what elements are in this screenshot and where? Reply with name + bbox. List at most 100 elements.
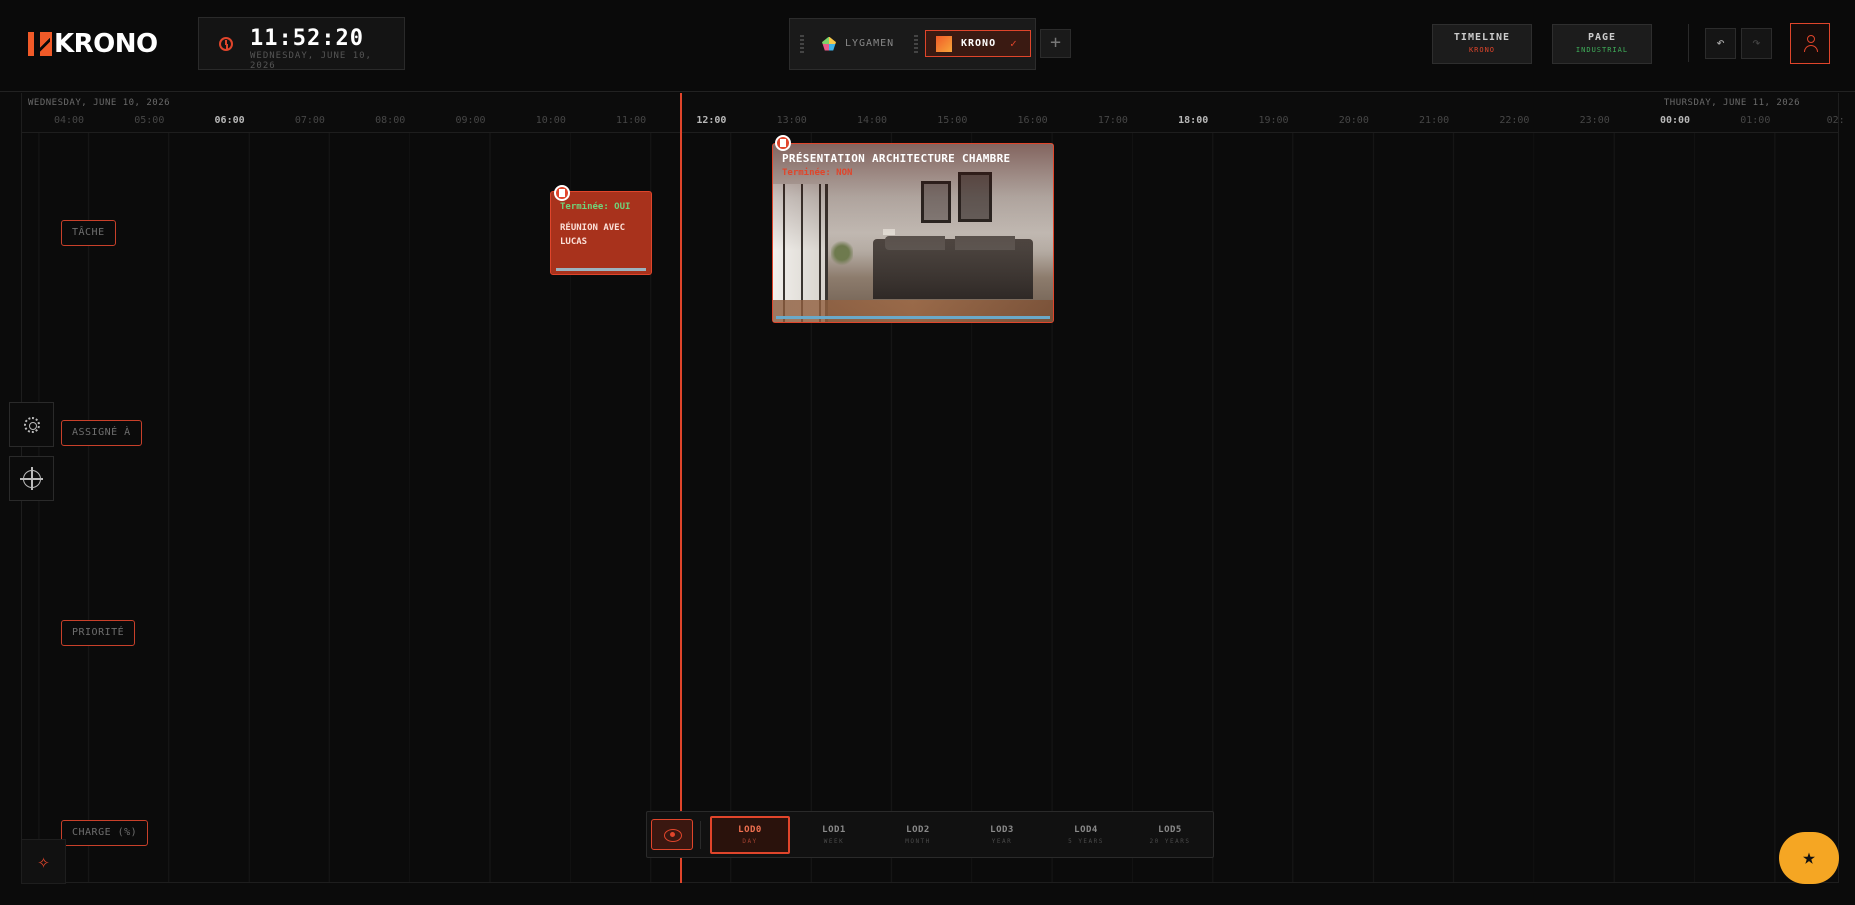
hour-tick: 18:00: [1178, 115, 1209, 126]
gear-icon: [24, 417, 40, 433]
user-button[interactable]: [1790, 23, 1830, 64]
lod-3-button[interactable]: LOD3 YEAR: [962, 816, 1042, 854]
hour-tick: 21:00: [1419, 115, 1450, 126]
undo-icon: ↶: [1716, 35, 1725, 51]
lod-code: LOD3: [990, 825, 1014, 835]
timeline-header: WEDNESDAY, JUNE 10, 2026 THURSDAY, JUNE …: [22, 93, 1845, 133]
clock-date: WEDNESDAY, JUNE 10, 2026: [250, 51, 372, 71]
row-label-priorite[interactable]: PRIORITÉ: [61, 620, 136, 646]
workspace-lygamen[interactable]: LYGAMEN: [822, 30, 894, 57]
clock-icon: [219, 37, 233, 51]
settings-button[interactable]: [9, 402, 54, 447]
row-label-assigne[interactable]: ASSIGNÉ À: [61, 420, 142, 446]
event-card-presentation[interactable]: PRÉSENTATION ARCHITECTURE CHAMBRE Termin…: [772, 143, 1054, 323]
hour-tick: 01:00: [1740, 115, 1771, 126]
workspace-switcher: LYGAMEN KRONO ✓: [789, 18, 1036, 70]
redo-button[interactable]: ↷: [1741, 28, 1772, 59]
hour-tick: 19:00: [1258, 115, 1289, 126]
page-card-title: PAGE: [1587, 32, 1617, 43]
timeline-card-sub: KRONO: [1468, 46, 1496, 54]
hour-tick: 13:00: [776, 115, 807, 126]
lod-unit: YEAR: [991, 838, 1013, 845]
add-workspace-button[interactable]: +: [1040, 29, 1071, 58]
user-icon: [1804, 35, 1818, 53]
hour-tick: 06:00: [214, 115, 245, 126]
hour-tick: 10:00: [535, 115, 566, 126]
favorite-button[interactable]: ★: [1779, 832, 1839, 884]
lod-unit: WEEK: [823, 838, 845, 845]
event-status: Terminée: NON: [782, 168, 853, 178]
hour-tick: 09:00: [455, 115, 486, 126]
drag-handle-icon[interactable]: [914, 35, 918, 53]
lod-unit: 5 YEARS: [1068, 838, 1104, 845]
event-status: Terminée: OUI: [560, 202, 631, 212]
lod-unit: DAY: [742, 838, 758, 845]
lod-unit: 20 YEARS: [1149, 838, 1191, 845]
header-divider: [1688, 24, 1689, 62]
event-title: RÉUNION AVEC LUCAS: [560, 223, 626, 247]
lod-divider: [700, 821, 701, 849]
hour-tick: 05:00: [134, 115, 165, 126]
lod-code: LOD4: [1074, 825, 1098, 835]
row-label-charge[interactable]: CHARGE (%): [61, 820, 149, 846]
clock-time: 11:52:20: [250, 26, 364, 51]
lod-code: LOD5: [1158, 825, 1182, 835]
logo-text: KRONO: [54, 29, 158, 59]
timeline-card[interactable]: TIMELINE KRONO: [1432, 24, 1532, 64]
day-label-left: WEDNESDAY, JUNE 10, 2026: [28, 98, 171, 108]
lod-4-button[interactable]: LOD4 5 YEARS: [1046, 816, 1126, 854]
sparkle-button[interactable]: ✧: [21, 839, 66, 884]
lod-2-button[interactable]: LOD2 MONTH: [878, 816, 958, 854]
lygamen-icon: [822, 36, 836, 51]
document-badge-icon: [554, 185, 570, 201]
event-progress-bar: [776, 316, 1050, 319]
undo-button[interactable]: ↶: [1705, 28, 1736, 59]
lod-code: LOD2: [906, 825, 930, 835]
check-icon: ✓: [1010, 37, 1018, 50]
current-time-line: [680, 93, 682, 883]
event-title: PRÉSENTATION ARCHITECTURE CHAMBRE: [782, 152, 1011, 165]
hour-tick: 02:: [1826, 115, 1845, 126]
krono-logo-icon: [28, 32, 52, 56]
day-label-right: THURSDAY, JUNE 11, 2026: [1663, 98, 1800, 108]
workspace-label: LYGAMEN: [845, 38, 895, 49]
redo-icon: ↷: [1752, 35, 1761, 51]
lod-5-button[interactable]: LOD5 20 YEARS: [1130, 816, 1210, 854]
recenter-button[interactable]: [9, 456, 54, 501]
hour-tick: 12:00: [696, 115, 727, 126]
hour-tick: 14:00: [856, 115, 888, 126]
page-card[interactable]: PAGE INDUSTRIAL: [1552, 24, 1652, 64]
hour-tick: 08:00: [375, 115, 406, 126]
event-card-reunion[interactable]: Terminée: OUI RÉUNION AVEC LUCAS: [550, 185, 652, 275]
hour-tick: 16:00: [1017, 115, 1048, 126]
lod-0-button[interactable]: LOD0 DAY: [710, 816, 790, 854]
krono-icon: [936, 35, 952, 52]
hour-tick: 00:00: [1659, 115, 1691, 126]
event-progress-bar: [556, 268, 646, 271]
star-icon: ★: [1802, 845, 1816, 870]
lod-code: LOD1: [822, 825, 846, 835]
hour-tick: 04:00: [53, 115, 85, 126]
hour-tick: 17:00: [1097, 115, 1128, 126]
row-label-tache[interactable]: TÂCHE: [61, 220, 116, 246]
lod-1-button[interactable]: LOD1 WEEK: [794, 816, 874, 854]
hour-tick: 20:00: [1338, 115, 1369, 126]
hour-tick: 07:00: [294, 115, 325, 126]
hour-tick: 22:00: [1499, 115, 1530, 126]
lod-code: LOD0: [738, 825, 762, 835]
crosshair-icon: [20, 467, 43, 490]
page-card-sub: INDUSTRIAL: [1575, 46, 1629, 54]
workspace-krono[interactable]: KRONO ✓: [925, 30, 1031, 57]
workspace-label: KRONO: [961, 38, 997, 49]
clock-widget: 11:52:20 WEDNESDAY, JUNE 10, 2026: [198, 17, 405, 71]
timeline-card-title: TIMELINE: [1453, 32, 1511, 43]
hour-tick: 11:00: [616, 115, 647, 126]
document-badge-icon: [775, 135, 791, 151]
lod-unit: MONTH: [905, 838, 931, 845]
drag-handle-icon[interactable]: [800, 35, 804, 53]
lod-selector: LOD0 DAY LOD1 WEEK LOD2 MONTH LOD3 YEAR LOD4 5 YE…: [646, 811, 1214, 858]
visibility-toggle-eye-icon[interactable]: [651, 819, 693, 850]
hour-tick: 15:00: [937, 115, 968, 126]
app-header: KRONO 11:52:20 WEDNESDAY, JUNE 10, 2026 …: [0, 0, 1855, 92]
krono-logo[interactable]: KRONO: [28, 29, 158, 59]
